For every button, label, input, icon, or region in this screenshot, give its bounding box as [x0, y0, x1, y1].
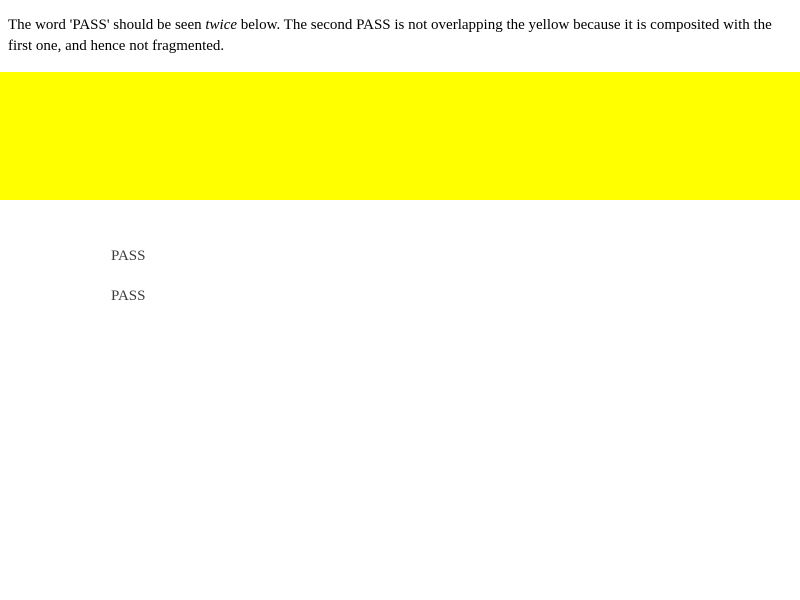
test-instructions: The word 'PASS' should be seen twice bel… — [8, 15, 793, 57]
yellow-band — [0, 72, 800, 200]
instructions-text-start: The word 'PASS' should be seen — [8, 17, 206, 33]
pass-text-first: PASS — [111, 248, 146, 264]
instructions-emphasis: twice — [205, 17, 238, 33]
pass-text-second: PASS — [111, 288, 146, 304]
